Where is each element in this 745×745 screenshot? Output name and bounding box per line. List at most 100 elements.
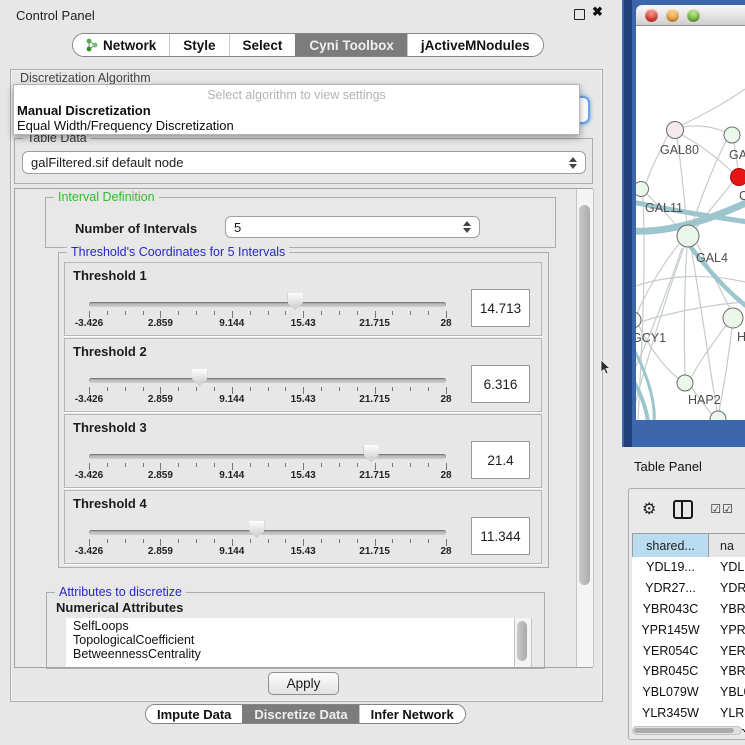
tick-mark bbox=[196, 387, 197, 391]
threshold-label: Threshold 2 bbox=[73, 344, 147, 359]
tab-impute-data[interactable]: Impute Data bbox=[146, 705, 242, 723]
network-window-titlebar[interactable] bbox=[636, 5, 745, 26]
attributes-scrollbar-thumb[interactable] bbox=[517, 621, 527, 661]
split-view-icon[interactable] bbox=[673, 500, 693, 519]
tab-network[interactable]: Network bbox=[73, 34, 169, 56]
tab-discretize-data[interactable]: Discretize Data bbox=[242, 705, 358, 723]
popup-option-equal-width[interactable]: Equal Width/Frequency Discretization bbox=[14, 118, 579, 133]
table-rows[interactable]: YDL19...YDL1YDR27...YDR2YBR043CYBR0YPR14… bbox=[632, 557, 745, 732]
tick-mark bbox=[410, 387, 411, 391]
zoom-traffic-light-icon[interactable] bbox=[687, 9, 700, 22]
tick-label: 28 bbox=[440, 394, 451, 405]
threshold-1-slider-thumb[interactable] bbox=[288, 293, 303, 310]
tick-mark bbox=[178, 311, 179, 315]
close-icon[interactable]: ✖ bbox=[592, 4, 603, 20]
tick-mark bbox=[232, 539, 233, 546]
tick-mark bbox=[339, 463, 340, 467]
number-of-intervals-combobox[interactable]: 5 bbox=[225, 216, 480, 238]
table-row[interactable]: YPR145WYPR1 bbox=[632, 619, 745, 640]
threshold-2-slider[interactable] bbox=[89, 378, 446, 383]
threshold-3-slider[interactable] bbox=[89, 454, 446, 459]
network-node-gal4[interactable] bbox=[677, 225, 699, 247]
tick-label: 15.43 bbox=[291, 546, 316, 557]
tick-mark bbox=[303, 463, 304, 470]
top-tab-bar: NetworkStyleSelectCyni ToolboxjActiveMNo… bbox=[72, 33, 544, 57]
network-node-h[interactable] bbox=[723, 308, 743, 328]
threshold-2-slider-thumb[interactable] bbox=[192, 369, 207, 386]
tab-infer-network[interactable]: Infer Network bbox=[359, 705, 465, 723]
tick-mark bbox=[196, 539, 197, 543]
network-node-ga[interactable] bbox=[724, 127, 740, 143]
table-row[interactable]: YBL079WYBL0 bbox=[632, 682, 745, 703]
tick-mark bbox=[285, 463, 286, 467]
tick-label: 21.715 bbox=[359, 546, 390, 557]
table-row[interactable]: YBR045CYBR0 bbox=[632, 661, 745, 682]
network-node-gal80[interactable] bbox=[667, 122, 684, 139]
threshold-1-slider[interactable] bbox=[89, 302, 446, 307]
tab-jactivemnodules[interactable]: jActiveMNodules bbox=[407, 34, 543, 56]
tick-mark bbox=[321, 387, 322, 391]
table-data-combobox[interactable]: galFiltered.sif default node bbox=[22, 151, 586, 174]
tick-mark bbox=[250, 539, 251, 543]
tab-select[interactable]: Select bbox=[229, 34, 296, 56]
tick-mark bbox=[446, 463, 447, 470]
threshold-4-slider[interactable] bbox=[89, 530, 446, 535]
network-node-gal11[interactable] bbox=[636, 182, 649, 197]
network-node-hap2[interactable] bbox=[677, 375, 693, 391]
tick-mark bbox=[125, 387, 126, 391]
network-node-c[interactable] bbox=[731, 169, 745, 186]
attributes-scrollbar[interactable] bbox=[514, 618, 532, 667]
float-icon[interactable] bbox=[574, 9, 585, 20]
network-node-gcy1[interactable] bbox=[636, 312, 641, 328]
cell-shared-name: YBL079W bbox=[632, 685, 709, 699]
tick-mark bbox=[160, 463, 161, 470]
list-item[interactable]: TopologicalCoefficient bbox=[66, 632, 514, 646]
checkbox-icons[interactable]: ☑☑ bbox=[710, 502, 734, 516]
popup-option-manual[interactable]: Manual Discretization bbox=[14, 103, 579, 118]
threshold-4-value-field[interactable]: 11.344 bbox=[471, 517, 530, 555]
tick-mark bbox=[303, 387, 304, 394]
main-scrollbar[interactable] bbox=[576, 189, 594, 667]
tick-label: 2.859 bbox=[148, 546, 173, 557]
tick-mark bbox=[250, 387, 251, 391]
network-node-n8[interactable] bbox=[710, 411, 726, 420]
close-traffic-light-icon[interactable] bbox=[645, 9, 658, 22]
threshold-4-slider-thumb[interactable] bbox=[249, 521, 264, 538]
tick-mark bbox=[375, 311, 376, 318]
tab-style[interactable]: Style bbox=[169, 34, 228, 56]
tick-mark bbox=[339, 311, 340, 315]
table-row[interactable]: YER054CYER0 bbox=[632, 640, 745, 661]
table-horizontal-scrollbar-thumb[interactable] bbox=[634, 728, 734, 733]
threshold-1-value-field[interactable]: 14.713 bbox=[471, 289, 530, 327]
tick-mark bbox=[143, 539, 144, 543]
gear-icon[interactable]: ⚙ bbox=[642, 499, 656, 519]
table-row[interactable]: YBR043CYBR0 bbox=[632, 599, 745, 620]
tick-mark bbox=[375, 539, 376, 546]
threshold-1-box: Threshold 1-3.4262.8599.14415.4321.71528… bbox=[64, 262, 542, 336]
tick-mark bbox=[410, 539, 411, 543]
numerical-attributes-list[interactable]: SelfLoopsTopologicalCoefficientBetweenne… bbox=[66, 618, 514, 667]
tick-mark bbox=[410, 463, 411, 467]
threshold-3-value-field[interactable]: 21.4 bbox=[471, 441, 530, 479]
apply-button[interactable]: Apply bbox=[268, 672, 339, 695]
tab-label: Impute Data bbox=[157, 707, 231, 722]
threshold-2-value-field[interactable]: 6.316 bbox=[471, 365, 530, 403]
list-item[interactable]: SelfLoops bbox=[66, 618, 514, 632]
threshold-3-slider-thumb[interactable] bbox=[364, 445, 379, 462]
tab-cyni-toolbox[interactable]: Cyni Toolbox bbox=[295, 34, 407, 56]
tab-label: Infer Network bbox=[371, 707, 454, 722]
main-scrollbar-thumb[interactable] bbox=[579, 205, 590, 585]
column-header-name[interactable]: na bbox=[709, 534, 745, 558]
network-canvas[interactable]: GAL80GACGAL11GAL4GCY1HHAP2 bbox=[636, 26, 745, 420]
cell-shared-name: YBR045C bbox=[632, 664, 709, 678]
table-horizontal-scrollbar[interactable] bbox=[632, 726, 742, 735]
list-item[interactable]: BetweennessCentrality bbox=[66, 646, 514, 660]
table-row[interactable]: YDR27...YDR2 bbox=[632, 578, 745, 599]
tick-mark bbox=[125, 539, 126, 543]
minimize-traffic-light-icon[interactable] bbox=[666, 9, 679, 22]
table-row[interactable]: YLR345WYLR3 bbox=[632, 703, 745, 724]
table-row[interactable]: YDL19...YDL1 bbox=[632, 557, 745, 578]
cell-shared-name: YBR043C bbox=[632, 602, 709, 616]
numerical-attributes-label: Numerical Attributes bbox=[56, 600, 183, 615]
column-header-shared-name[interactable]: shared... bbox=[632, 534, 709, 558]
